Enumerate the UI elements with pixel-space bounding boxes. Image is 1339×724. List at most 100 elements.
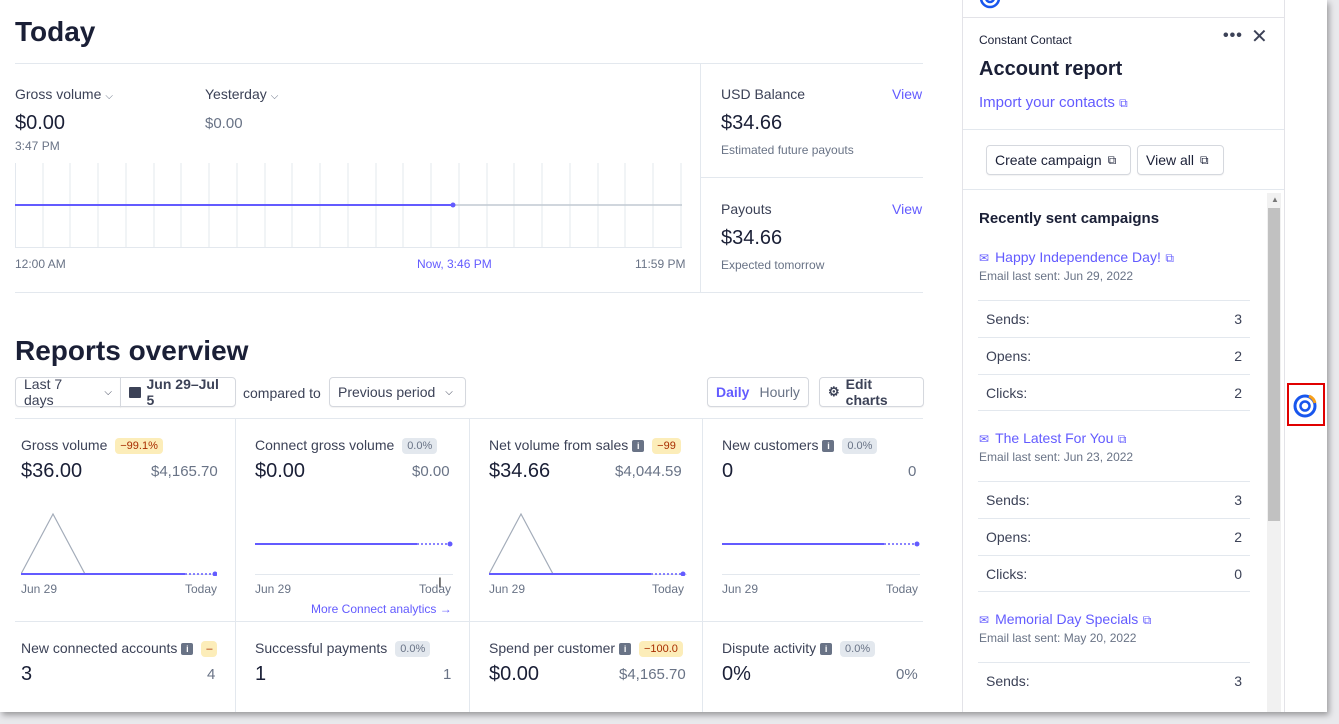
change-badge: 0.0% [842,438,878,455]
card-connect-gross-chart [255,541,453,575]
more-options-icon[interactable]: ••• [1223,27,1243,45]
usd-balance-note: Estimated future payouts [721,143,854,157]
gross-volume-dropdown[interactable]: Gross volume ⌵ [15,86,113,102]
panel-title: Account report [979,58,1123,80]
campaign-3-link[interactable]: ✉ Memorial Day Specials ⧉ [979,611,1151,629]
mail-icon: ✉ [979,613,990,627]
info-icon: i [181,643,194,656]
range-select[interactable]: Last 7 days ⌵ [15,376,121,408]
app-name: Constant Contact [979,33,1072,47]
constant-contact-logo-icon [979,0,1001,9]
granularity-toggle: Daily Hourly [707,377,809,407]
gross-volume-time: 3:47 PM [15,139,60,153]
change-badge: −99.1% [115,438,163,455]
card-net-volume-end: Today [652,582,685,596]
chevron-down-icon: ⌵ [270,91,279,102]
campaign-3-sends-row: Sends: 3 [978,662,1250,699]
change-badge: 0.0% [395,641,431,658]
card-new-customers-value: 0 [722,460,734,482]
mail-icon: ✉ [979,432,990,446]
today-axis-end: 11:59 PM [635,257,686,271]
external-link-icon: ⧉ [1165,251,1174,265]
change-badge: – [201,641,218,658]
payouts-value: $34.66 [721,227,783,249]
panel-scrollbar[interactable]: ▲ [1267,193,1281,712]
card-spend-per-customer-title: Spend per customer i −100.0 [489,640,689,658]
card-connect-gross-value: $0.00 [255,460,306,482]
card-connect-gross-end: Today [419,582,452,596]
card-connect-gross-start: Jun 29 [255,582,292,596]
card-dispute-activity-value: 0% [722,663,751,685]
card-gross-volume-value: $36.00 [21,460,83,482]
edit-charts-label: Edit charts [845,376,888,408]
date-range-label: Jun 29–Jul 5 [146,376,219,408]
card-new-connected-title: New connected accounts i – [21,640,221,658]
import-contacts-link[interactable]: Import your contacts ⧉ [979,94,1128,111]
campaign-2-link[interactable]: ✉ The Latest For You ⧉ [979,430,1126,448]
campaign-1-link[interactable]: ✉ Happy Independence Day! ⧉ [979,249,1174,267]
usd-balance-view-link[interactable]: View [892,86,922,102]
constant-contact-app-button[interactable] [1287,383,1325,426]
external-link-icon: ⧉ [1119,96,1128,110]
chevron-down-icon: ⌵ [104,386,112,398]
hourly-toggle[interactable]: Hourly [759,384,799,400]
calendar-icon [129,386,141,398]
daily-toggle[interactable]: Daily [716,384,749,400]
card-successful-payments-value: 1 [255,663,267,685]
change-badge: 0.0% [840,641,876,658]
chevron-down-icon: ⌵ [445,386,453,398]
view-all-button[interactable]: View all ⧉ [1137,145,1224,175]
campaign-2-sends-row: Sends: 3 [978,481,1250,518]
campaign-2-sent: Email last sent: Jun 23, 2022 [979,450,1134,464]
payouts-label: Payouts [721,201,772,217]
campaign-1-sends-row: Sends: 3 [978,300,1250,337]
card-net-volume-prev: $4,044.59 [615,463,682,480]
info-icon: i [820,643,833,656]
campaign-1-opens-row: Opens: 2 [978,337,1250,374]
create-campaign-label: Create campaign [995,152,1102,168]
range-select-label: Last 7 days [24,376,63,408]
gear-icon: ⚙ [828,384,840,399]
yesterday-label: Yesterday [205,86,267,102]
today-title: Today [15,16,96,47]
card-net-volume-value: $34.66 [489,460,551,482]
scroll-up-icon: ▲ [1271,195,1279,204]
card-new-customers-chart [722,541,920,575]
mail-icon: ✉ [979,251,990,265]
today-now-point [450,202,456,208]
constant-contact-app-icon [1293,394,1317,418]
yesterday-value: $0.00 [205,115,243,132]
compare-period-label: Previous period [338,384,436,400]
gross-volume-value: $0.00 [15,112,66,134]
create-campaign-button[interactable]: Create campaign ⧉ [986,145,1131,175]
card-new-customers-title: New customers i 0.0% [722,437,878,455]
payouts-view-link[interactable]: View [892,201,922,217]
campaign-2-opens-row: Opens: 2 [978,518,1250,555]
campaign-1-sent: Email last sent: Jun 29, 2022 [979,269,1134,283]
compare-period-select[interactable]: Previous period ⌵ [329,377,466,407]
change-badge: −100.0 [638,641,683,658]
card-gross-volume-start: Jun 29 [21,582,58,596]
more-connect-analytics-link[interactable]: More Connect analytics → [311,602,452,616]
card-net-volume-title: Net volume from sales i −99 [489,437,689,455]
info-icon: i [632,440,645,453]
yesterday-dropdown[interactable]: Yesterday ⌵ [205,86,278,102]
campaign-2-clicks-row: Clicks: 0 [978,555,1250,592]
card-successful-payments-prev: 1 [443,666,452,683]
card-gross-volume-title: Gross volume −99.1% [21,437,163,455]
recent-campaigns-title: Recently sent campaigns [979,210,1160,227]
card-successful-payments-title: Successful payments 0.0% [255,640,431,658]
card-net-volume-chart [489,512,687,576]
campaign-1-clicks-row: Clicks: 2 [978,374,1250,411]
card-new-customers-end: Today [886,582,919,596]
edit-charts-button[interactable]: ⚙ Edit charts [819,376,924,408]
date-range-button[interactable]: Jun 29–Jul 5 [120,376,236,408]
card-gross-volume-prev: $4,165.70 [151,463,218,480]
card-spend-per-customer-prev: $4,165.70 [619,666,686,683]
external-link-icon: ⧉ [1107,152,1117,167]
card-new-customers-start: Jun 29 [722,582,759,596]
card-new-customers-prev: 0 [908,463,917,480]
close-icon[interactable]: ✕ [1251,27,1268,47]
text-cursor-icon: I [438,574,442,590]
change-badge: −99 [652,438,681,455]
